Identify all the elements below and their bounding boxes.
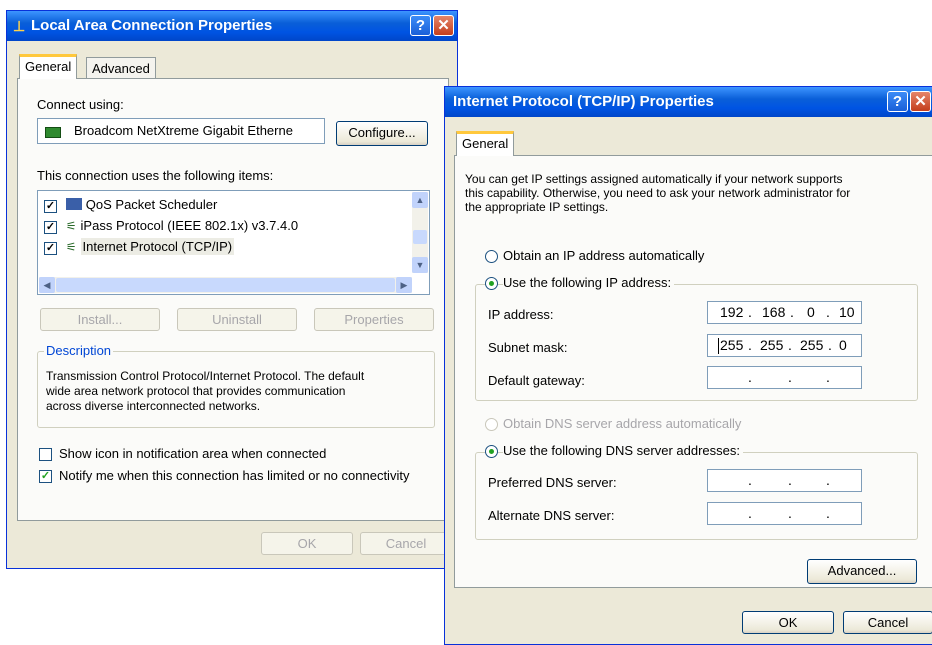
lac-cancel-button[interactable]: Cancel — [360, 532, 452, 555]
protocol-icon: ⚟ — [65, 219, 77, 233]
close-icon: ✕ — [437, 17, 450, 34]
use-ip-radio[interactable] — [485, 277, 498, 290]
scroll-thumb-horizontal[interactable] — [56, 278, 395, 292]
tcpip-cancel-button[interactable]: Cancel — [843, 611, 932, 634]
help-icon: ? — [892, 93, 903, 110]
items-label: This connection uses the following items… — [37, 168, 274, 183]
description-group: Description Transmission Control Protoco… — [37, 343, 435, 428]
subnet-octet: 255 — [760, 337, 784, 353]
intro-line: You can get IP settings assigned automat… — [465, 172, 843, 186]
close-button[interactable]: ✕ — [910, 91, 931, 112]
help-button[interactable]: ? — [887, 91, 908, 112]
list-item-label: iPass Protocol (IEEE 802.1x) v3.7.4.0 — [80, 218, 299, 233]
scheduler-icon — [65, 198, 82, 210]
subnet-mask-label: Subnet mask: — [488, 340, 568, 355]
lac-properties-window: ⊥ Local Area Connection Properties ? ✕ G… — [6, 10, 458, 569]
tab-general[interactable]: General — [19, 54, 78, 79]
ip-octet: 0 — [807, 304, 815, 320]
list-item[interactable]: ✓ ⚟ iPass Protocol (IEEE 802.1x) v3.7.4.… — [44, 217, 298, 234]
description-heading: Description — [44, 343, 114, 358]
ip-address-input[interactable]: 192 . 168 . 0 . 10 — [707, 301, 862, 324]
close-button[interactable]: ✕ — [433, 15, 454, 36]
components-list: ✓ QoS Packet Scheduler ✓ ⚟ iPass Protoco… — [37, 190, 430, 295]
tcpip-ok-button[interactable]: OK — [742, 611, 834, 634]
scroll-up-button[interactable]: ▲ — [412, 192, 428, 208]
adapter-name: Broadcom NetXtreme Gigabit Etherne — [74, 123, 293, 138]
ip-octet: 10 — [839, 304, 855, 320]
list-item[interactable]: ✓ QoS Packet Scheduler — [44, 196, 217, 213]
list-item-label: Internet Protocol (TCP/IP) — [80, 238, 235, 255]
scroll-left-button[interactable]: ◀ — [39, 277, 55, 293]
tcpip-window-title: Internet Protocol (TCP/IP) Properties — [453, 93, 714, 110]
obtain-ip-label: Obtain an IP address automatically — [503, 248, 705, 263]
alternate-dns-label: Alternate DNS server: — [488, 508, 615, 523]
subnet-octet: 0 — [839, 337, 847, 353]
description-line: across diverse interconnected networks. — [46, 399, 261, 413]
default-gateway-label: Default gateway: — [488, 373, 585, 388]
subnet-octet: 255 — [720, 337, 744, 353]
obtain-dns-label: Obtain DNS server address automatically — [503, 416, 742, 431]
advanced-button[interactable]: Advanced... — [807, 559, 917, 584]
preferred-dns-input[interactable]: ... — [707, 469, 862, 492]
network-adapter-icon — [45, 127, 61, 138]
tcpip-properties-window: Internet Protocol (TCP/IP) Properties ? … — [444, 86, 932, 645]
properties-button[interactable]: Properties — [314, 308, 434, 331]
dns-settings-group — [475, 452, 918, 540]
use-dns-label: Use the following DNS server addresses: — [503, 443, 743, 458]
description-line: wide area network protocol that provides… — [46, 384, 346, 398]
horizontal-scrollbar[interactable]: ◀ ▶ — [39, 277, 412, 293]
network-connection-icon: ⊥ — [13, 18, 26, 34]
ip-octet: 192 — [720, 304, 744, 320]
preferred-dns-label: Preferred DNS server: — [488, 475, 617, 490]
alternate-dns-input[interactable]: ... — [707, 502, 862, 525]
ip-octet: 168 — [762, 304, 786, 320]
intro-line: the appropriate IP settings. — [465, 200, 609, 214]
use-ip-label: Use the following IP address: — [503, 275, 675, 290]
ipass-checkbox[interactable]: ✓ — [44, 221, 57, 234]
vertical-scrollbar[interactable]: ▲ ▼ — [412, 192, 428, 273]
tcpip-title-bar[interactable]: Internet Protocol (TCP/IP) Properties ? … — [445, 87, 932, 117]
use-dns-radio[interactable] — [485, 445, 498, 458]
help-button[interactable]: ? — [410, 15, 431, 36]
lac-title-bar[interactable]: ⊥ Local Area Connection Properties ? ✕ — [7, 11, 457, 41]
lac-ok-button[interactable]: OK — [261, 532, 353, 555]
connect-using-label: Connect using: — [37, 97, 124, 112]
lac-window-title: Local Area Connection Properties — [31, 17, 273, 34]
ip-address-label: IP address: — [488, 307, 554, 322]
tab-general[interactable]: General — [456, 131, 515, 156]
qos-checkbox[interactable]: ✓ — [44, 200, 57, 213]
notify-label: Notify me when this connection has limit… — [59, 468, 410, 483]
uninstall-button[interactable]: Uninstall — [177, 308, 297, 331]
subnet-mask-input[interactable]: 255 . 255 . 255 . 0 — [707, 334, 862, 357]
description-line: Transmission Control Protocol/Internet P… — [46, 369, 365, 383]
scroll-down-button[interactable]: ▼ — [412, 257, 428, 273]
install-button[interactable]: Install... — [40, 308, 160, 331]
notify-checkbox[interactable]: ✓ — [39, 470, 52, 483]
list-item[interactable]: ✓ ⚟ Internet Protocol (TCP/IP) — [44, 238, 235, 255]
obtain-dns-radio[interactable] — [485, 418, 498, 431]
tcpip-checkbox[interactable]: ✓ — [44, 242, 57, 255]
configure-button[interactable]: Configure... — [336, 121, 428, 146]
obtain-ip-radio[interactable] — [485, 250, 498, 263]
show-icon-checkbox[interactable] — [39, 448, 52, 461]
tab-advanced[interactable]: Advanced — [86, 57, 156, 79]
close-icon: ✕ — [914, 93, 927, 110]
list-item-label: QoS Packet Scheduler — [85, 197, 218, 212]
scroll-right-button[interactable]: ▶ — [396, 277, 412, 293]
adapter-field: Broadcom NetXtreme Gigabit Etherne — [37, 118, 325, 144]
default-gateway-input[interactable]: ... — [707, 366, 862, 389]
lac-general-panel: Connect using: Broadcom NetXtreme Gigabi… — [17, 78, 449, 521]
help-icon: ? — [415, 17, 426, 34]
scroll-thumb[interactable] — [413, 230, 427, 244]
intro-line: this capability. Otherwise, you need to … — [465, 186, 851, 200]
tcpip-general-panel: You can get IP settings assigned automat… — [454, 155, 932, 588]
subnet-octet: 255 — [800, 337, 824, 353]
text-cursor — [718, 338, 719, 354]
show-icon-label: Show icon in notification area when conn… — [59, 446, 327, 461]
protocol-icon: ⚟ — [65, 240, 77, 254]
